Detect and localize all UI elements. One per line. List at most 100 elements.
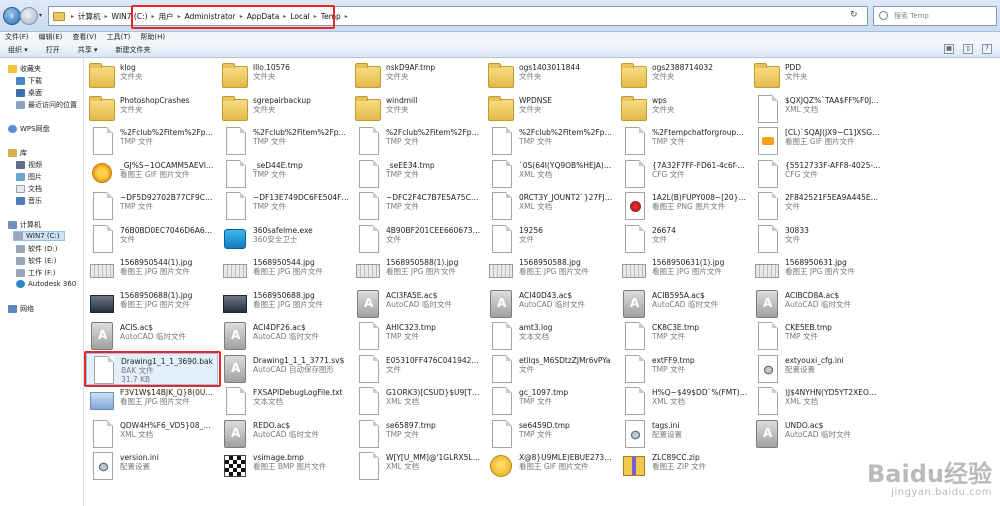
file-item[interactable]: G1ORK3)[CSUD}$U9[TG'96N.xmlXML 文档 — [352, 385, 484, 417]
file-item[interactable]: QDW4H%F6_VD5}08_GARX46J.xmlXML 文档 — [86, 418, 218, 450]
menu-tools[interactable]: 工具(T) — [107, 32, 131, 42]
menu-file[interactable]: 文件(F) — [5, 32, 29, 42]
breadcrumb-item[interactable]: WIN7 (C:) — [112, 12, 148, 21]
preview-pane-icon[interactable]: ▯ — [963, 44, 973, 54]
breadcrumb-item[interactable]: Administrator — [185, 12, 236, 21]
file-item[interactable]: 360safelme.exe 360安全卫士 — [219, 223, 351, 255]
file-item[interactable]: 0RCT3Y_JOUNT2`}27FJ9U`R.xmlXML 文档 — [485, 190, 617, 222]
file-item[interactable]: _GJ%S~1OCAMM5AEVI[TU8%M.gif看图王 GIF 图片文件 — [86, 158, 218, 190]
file-item[interactable]: %2Ftempchatforgroup%2Fsecure%2Fget_url_w… — [618, 125, 750, 157]
folder-item[interactable]: PhotoshopCrashes 文件夹 — [86, 93, 218, 125]
file-item[interactable]: W[Y[U_MM]@'1GLRX5L53I(V.xmlXML 文档 — [352, 450, 484, 482]
file-item[interactable]: ACIBCD8A.ac$AutoCAD 临时文件 — [751, 288, 883, 320]
recent-pages-dropdown-icon[interactable]: ▾ — [39, 12, 42, 19]
file-item[interactable]: %2Fclub%2Fitem%2Fparcel%2F%2F4%2Fa04e2c6… — [219, 125, 351, 157]
file-item[interactable]: AHIC323.tmp TMP 文件 — [352, 320, 484, 352]
open-button[interactable]: 打开 — [46, 42, 60, 57]
file-item[interactable]: UNDO.ac$AutoCAD 临时文件 — [751, 418, 883, 450]
file-item[interactable]: CK8C3E.tmp TMP 文件 — [618, 320, 750, 352]
menu-help[interactable]: 帮助(H) — [140, 32, 165, 42]
file-item[interactable]: 1568950688.jpg 看图王 JPG 图片文件 — [219, 288, 351, 320]
file-item[interactable]: extyouxi_cfg.ini 配置设置 — [751, 353, 883, 385]
nav-autodesk-360[interactable]: Autodesk 360 — [16, 280, 76, 288]
new-folder-button[interactable]: 新建文件夹 — [116, 42, 151, 57]
file-item[interactable]: {5512733F-AFF8-4025-ACBE-005FA2B538F2}.c… — [751, 158, 883, 190]
nav-videos[interactable]: 视频 — [16, 160, 42, 170]
organize-button[interactable]: 组织 ▾ — [8, 42, 28, 57]
share-button[interactable]: 共享 ▾ — [78, 42, 98, 57]
folder-item[interactable]: sgrepairbackup 文件夹 — [219, 93, 351, 125]
file-item[interactable]: etilqs_M6SDtzZJMr6vPYa 文件 — [485, 353, 617, 385]
nav-documents[interactable]: 文档 — [16, 184, 42, 194]
chevron-right-icon[interactable]: ▸ — [314, 13, 317, 20]
chevron-right-icon[interactable]: ▸ — [345, 13, 348, 20]
file-item[interactable]: tags.ini 配置设置 — [618, 418, 750, 450]
nav-desktop[interactable]: 桌面 — [16, 88, 42, 98]
file-item[interactable]: 1568950544.jpg 看图王 JPG 图片文件 — [219, 255, 351, 287]
nav-recent[interactable]: 最近访问的位置 — [16, 100, 77, 110]
nav-wps-drive[interactable]: WPS网盘 — [8, 124, 50, 134]
nav-drive-d[interactable]: 软件 (D:) — [16, 244, 57, 254]
file-item[interactable]: `0S(64I(YQ9OB%HEJA)WT%4.xmlXML 文档 — [485, 158, 617, 190]
file-item[interactable]: version.ini 配置设置 — [86, 450, 218, 482]
file-item[interactable]: 1A2L(B)FUPY008~[20}014A.png看图王 PNG 图片文件 — [618, 190, 750, 222]
chevron-right-icon[interactable]: ▸ — [240, 13, 243, 20]
chevron-right-icon[interactable]: ▸ — [283, 13, 286, 20]
nav-drive-c[interactable]: WIN7 (C:) — [13, 231, 65, 241]
nav-music[interactable]: 音乐 — [16, 196, 42, 206]
file-item[interactable]: ~DF5D92702B77CF9C82.TMPTMP 文件 — [86, 190, 218, 222]
file-item[interactable]: Drawing1_1_1_3771.sv$AutoCAD 自动保存图形 — [219, 353, 351, 385]
file-item[interactable]: gc_1097.tmp TMP 文件 — [485, 385, 617, 417]
folder-item[interactable]: ogs1403011844 文件夹 — [485, 60, 617, 92]
nav-downloads[interactable]: 下载 — [16, 76, 42, 86]
file-item[interactable]: ACI40D43.ac$AutoCAD 临时文件 — [485, 288, 617, 320]
file-item[interactable]: %2Fclub%2Fitem%2Fparcel%2F%2F4%2Fa292177… — [485, 125, 617, 157]
forward-icon[interactable]: › — [20, 7, 38, 25]
folder-item[interactable]: ogs2388714032 文件夹 — [618, 60, 750, 92]
nav-libraries[interactable]: 库 — [8, 148, 27, 158]
folder-item[interactable]: PDD 文件夹 — [751, 60, 883, 92]
file-item[interactable]: _seEE34.tmp TMP 文件 — [352, 158, 484, 190]
file-item[interactable]: ACIB595A.ac$AutoCAD 临时文件 — [618, 288, 750, 320]
file-item[interactable]: 1568950688(1).jpg 看图王 JPG 图片文件 — [86, 288, 218, 320]
file-item[interactable]: amt3.log 文本文档 — [485, 320, 617, 352]
file-item[interactable]: ~DF13E749DC6FE504F4.TMPTMP 文件 — [219, 190, 351, 222]
file-item[interactable]: )J$4NYHN(YD5YT2XEOQUQND.xmlXML 文档 — [751, 385, 883, 417]
file-item[interactable]: 30833 文件 — [751, 223, 883, 255]
file-item[interactable]: REDO.ac$AutoCAD 临时文件 — [219, 418, 351, 450]
breadcrumb-item[interactable]: 计算机 — [78, 11, 101, 22]
file-item[interactable]: 1568950631(1).jpg 看图王 JPG 图片文件 — [618, 255, 750, 287]
file-item[interactable]: X@8}U9MLE)EBUE273}9PGF.gif看图王 GIF 图片文件 — [485, 450, 617, 482]
file-item[interactable]: ACI4DF26.ac$AutoCAD 临时文件 — [219, 320, 351, 352]
file-item[interactable]: vsimage.bmp 看图王 BMP 图片文件 — [219, 450, 351, 482]
breadcrumb-item[interactable]: Temp — [321, 12, 341, 21]
file-item[interactable]: F3V1W$14BJK_Q}8(0U72JV.jpg看图王 JPG 图片文件 — [86, 385, 218, 417]
file-item[interactable]: 26674 文件 — [618, 223, 750, 255]
file-item[interactable]: se65897.tmp TMP 文件 — [352, 418, 484, 450]
file-item[interactable]: CKE5EB.tmp TMP 文件 — [751, 320, 883, 352]
file-item[interactable]: _seD44E.tmp TMP 文件 — [219, 158, 351, 190]
refresh-icon[interactable]: ↻ — [850, 10, 858, 20]
nav-drive-f[interactable]: 工作 (F:) — [16, 268, 56, 278]
file-item[interactable]: %2Fclub%2Fitem%2Fparcel%2F%2F8%2F8f1ef39… — [352, 125, 484, 157]
file-item[interactable]: $QXJQZ%`TAA$FF%F0JRYSAA.xmlXML 文档 — [751, 93, 883, 125]
chevron-right-icon[interactable]: ▸ — [71, 13, 74, 20]
file-item[interactable]: [CL)`SQAJ(JX9~C1]XSG0F0.gif看图王 GIF 图片文件 — [751, 125, 883, 157]
chevron-right-icon[interactable]: ▸ — [105, 13, 108, 20]
file-item[interactable]: se6459D.tmp TMP 文件 — [485, 418, 617, 450]
file-item[interactable]: H%Q~$49$DD`%(FMT)4@)RP.xmlXML 文档 — [618, 385, 750, 417]
folder-item[interactable]: WPDNSE 文件夹 — [485, 93, 617, 125]
menu-edit[interactable]: 编辑(E) — [39, 32, 63, 42]
nav-computer[interactable]: 计算机 — [8, 220, 41, 230]
file-item[interactable]: 1568950544(1).jpg 看图王 JPG 图片文件 — [86, 255, 218, 287]
file-item[interactable]: %2Fclub%2Fitem%2Fparcel%2F%2F1ed8842212a… — [86, 125, 218, 157]
help-icon[interactable]: ? — [982, 44, 992, 54]
folder-item[interactable]: klog 文件夹 — [86, 60, 218, 92]
nav-favorites[interactable]: 收藏夹 — [8, 64, 41, 74]
chevron-right-icon[interactable]: ▸ — [178, 13, 181, 20]
menu-view[interactable]: 查看(V) — [72, 32, 96, 42]
chevron-right-icon[interactable]: ▸ — [152, 13, 155, 20]
nav-pictures[interactable]: 图片 — [16, 172, 42, 182]
breadcrumb-item[interactable]: 用户 — [159, 11, 174, 22]
file-item[interactable]: 1568950588(1).jpg 看图王 JPG 图片文件 — [352, 255, 484, 287]
